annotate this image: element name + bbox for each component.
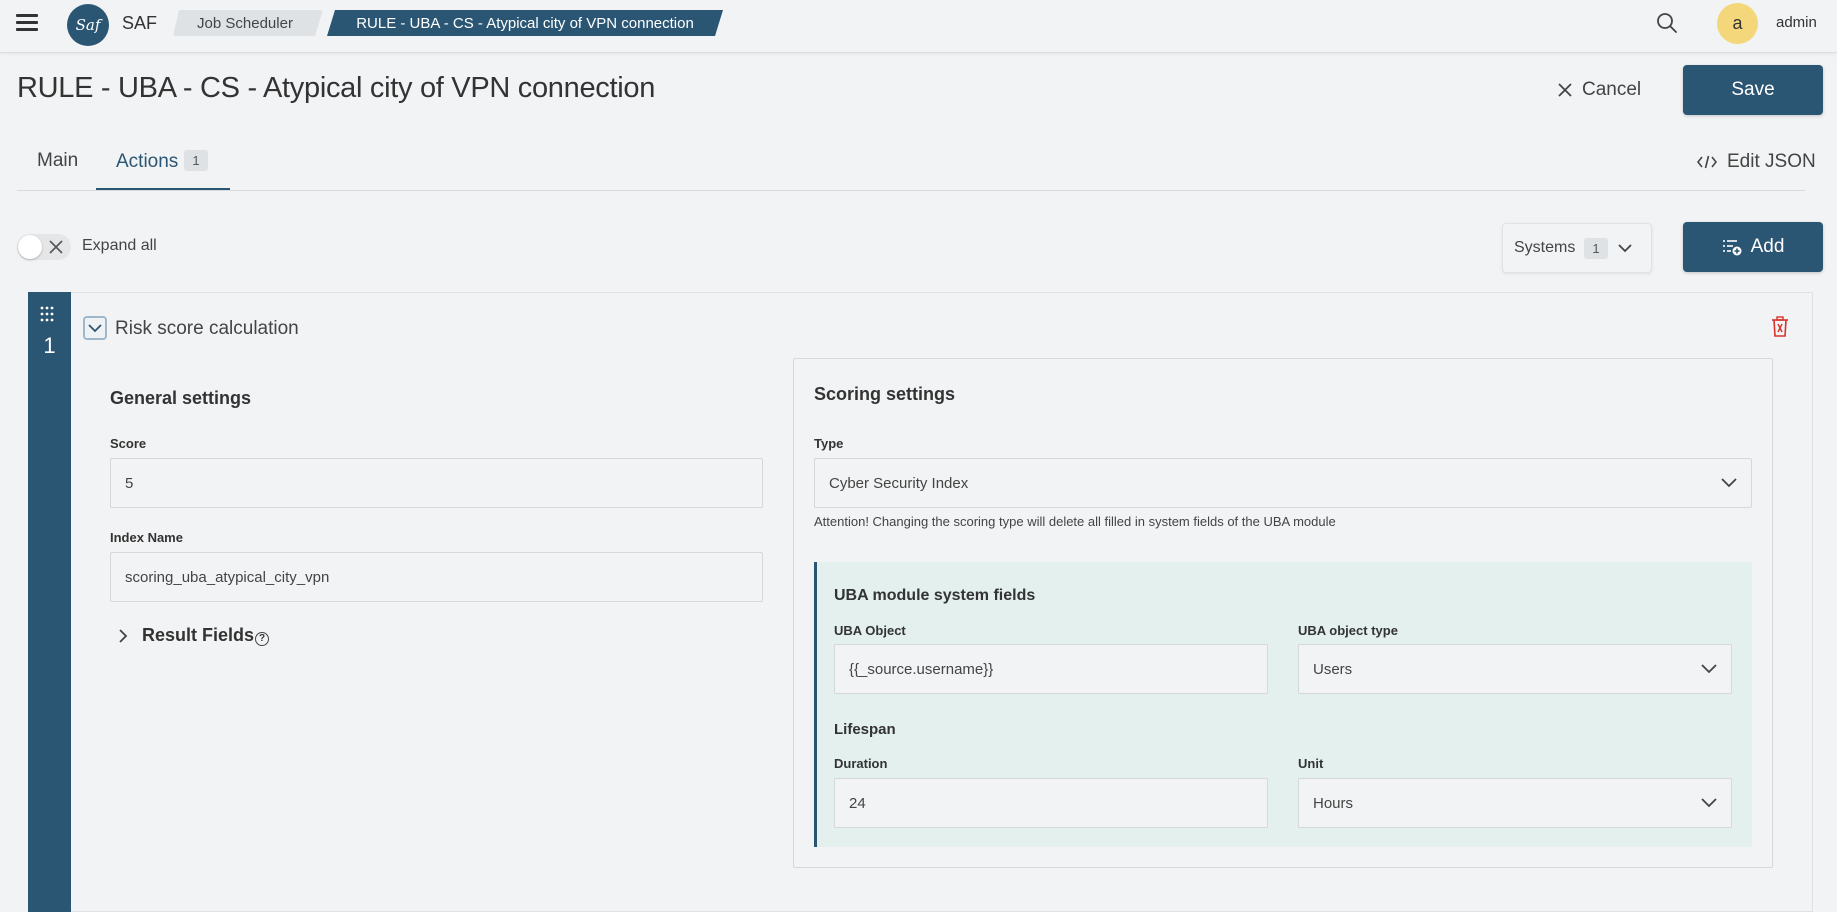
uba-object-input[interactable]: {{_source.username}} [834,644,1268,694]
uba-object-label: UBA Object [834,623,906,638]
tabs-divider [17,190,1805,191]
edit-json-button[interactable]: Edit JSON [1697,151,1816,173]
cancel-label: Cancel [1582,79,1642,100]
app-name: SAF [122,13,158,33]
unit-label: Unit [1298,756,1324,771]
toggle-knob [18,235,42,259]
top-bar: Saf SAF Job Scheduler RULE - UBA - CS - … [0,0,1837,53]
drag-handle-icon[interactable] [40,306,58,322]
search-icon[interactable] [1656,12,1678,34]
index-name-label: Index Name [110,530,183,545]
unit-select[interactable]: Hours [1298,778,1732,828]
chevron-down-icon [1721,478,1737,488]
chevron-down-icon [1701,798,1717,808]
systems-label: Systems [1514,239,1576,256]
index-name-input[interactable]: scoring_uba_atypical_city_vpn [110,552,763,602]
breadcrumb-job-scheduler[interactable]: Job Scheduler [173,10,323,36]
tab-actions-badge: 1 [184,150,208,171]
cancel-button[interactable]: Cancel [1558,78,1641,102]
page-title: RULE - UBA - CS - Atypical city of VPN c… [17,72,656,104]
uba-object-type-value: Users [1313,660,1353,678]
general-settings-title: General settings [110,388,252,408]
score-input[interactable]: 5 [110,458,763,508]
systems-dropdown[interactable]: Systems 1 [1502,223,1652,273]
expand-all-toggle[interactable] [17,234,71,260]
save-button[interactable]: Save [1683,65,1823,115]
menu-icon[interactable] [16,14,38,32]
tab-actions[interactable]: Actions 1 [96,146,230,191]
code-icon [1697,155,1717,169]
uba-object-type-label: UBA object type [1298,623,1398,638]
tab-actions-label: Actions [116,151,179,172]
chevron-down-icon [88,323,102,332]
score-label: Score [110,436,147,451]
app-logo[interactable]: Saf [67,4,109,46]
lifespan-title: Lifespan [834,721,896,738]
username[interactable]: admin [1776,14,1817,31]
chevron-down-icon [1617,243,1632,252]
close-icon [1558,83,1572,97]
close-icon [49,240,63,254]
trash-icon[interactable] [1770,316,1790,338]
result-fields-label: Result Fields [142,625,255,645]
duration-input[interactable]: 24 [834,778,1268,828]
scoring-settings-title: Scoring settings [814,384,956,404]
help-icon[interactable]: ? [255,632,270,646]
breadcrumb-current-rule[interactable]: RULE - UBA - CS - Atypical city of VPN c… [327,10,723,36]
edit-json-label: Edit JSON [1727,151,1816,172]
chevron-right-icon [119,628,128,643]
tab-main[interactable]: Main [37,150,78,172]
avatar[interactable]: a [1717,3,1758,44]
add-button[interactable]: Add [1683,222,1823,272]
chevron-down-icon [1701,664,1717,674]
add-label: Add [1750,236,1785,257]
add-list-icon [1722,240,1742,256]
result-fields-toggle[interactable]: Result Fields? [119,625,270,646]
unit-value: Hours [1313,794,1354,812]
expand-all-label: Expand all [82,237,157,254]
uba-fields-title: UBA module system fields [834,587,1036,604]
uba-object-type-select[interactable]: Users [1298,644,1732,694]
action-title: Risk score calculation [115,318,299,339]
systems-count-badge: 1 [1584,237,1608,259]
attention-note: Attention! Changing the scoring type wil… [814,514,1336,529]
type-value: Cyber Security Index [829,474,969,492]
collapse-action-button[interactable] [83,316,107,340]
duration-label: Duration [834,756,888,771]
action-card-rail [28,292,71,912]
action-number: 1 [43,333,56,358]
type-label: Type [814,436,844,451]
type-select[interactable]: Cyber Security Index [814,458,1752,508]
